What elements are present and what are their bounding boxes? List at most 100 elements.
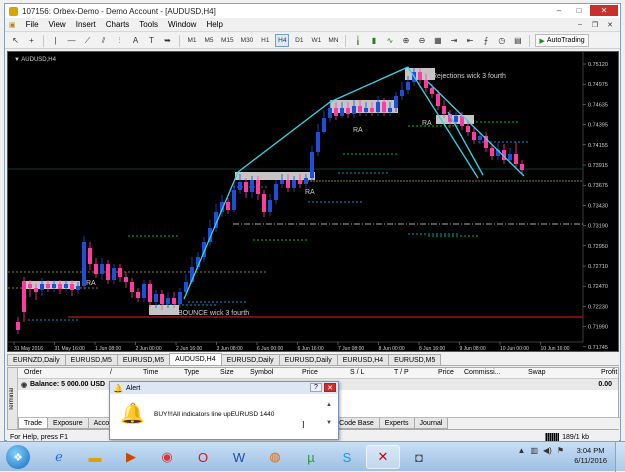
equidistant-channel-icon[interactable]: ⫽	[97, 34, 110, 47]
text-tool-icon[interactable]: A	[129, 34, 142, 47]
col-time[interactable]: Time	[143, 369, 158, 376]
terminal-tab-trade[interactable]: Trade	[18, 418, 49, 429]
col-symbol[interactable]: Symbol	[250, 369, 273, 376]
tf-m30-button[interactable]: M30	[239, 34, 256, 47]
col-sl[interactable]: S / L	[350, 369, 364, 376]
explorer-icon[interactable]: ▬	[78, 445, 112, 469]
chart-tab-6[interactable]: EURUSD,H4	[336, 354, 390, 365]
mdi-minimize-icon[interactable]: –	[574, 19, 586, 30]
alert-close-button[interactable]: ✕	[324, 383, 336, 392]
chart-tab-3[interactable]: AUDUSD,H4	[169, 353, 222, 365]
start-button[interactable]: ❖	[6, 445, 30, 469]
tray-chevron-icon[interactable]: ▲	[518, 446, 526, 455]
opera-icon[interactable]: O	[186, 445, 220, 469]
vertical-line-icon[interactable]: |	[49, 34, 62, 47]
chart-tab-7[interactable]: EURUSD,M5	[388, 354, 442, 365]
candle-body	[436, 94, 440, 106]
firefox-icon[interactable]: ◍	[258, 445, 292, 469]
trendline-icon[interactable]: ⟋	[81, 34, 94, 47]
label-tool-icon[interactable]: T	[145, 34, 158, 47]
terminal-tab-journal[interactable]: Journal	[413, 418, 449, 429]
terminal-tab-exposure[interactable]: Exposure	[47, 418, 89, 429]
crosshair-tool-icon[interactable]: +	[25, 34, 38, 47]
alert-title-bar[interactable]: 🔔 Alert ? ✕	[110, 382, 338, 394]
clock[interactable]: 3:04 PM 6/11/2016	[574, 446, 607, 466]
tf-m15-button[interactable]: M15	[219, 34, 236, 47]
chart-canvas[interactable]: ▼ AUDUSD,H4 0.75120 0.74975 0.74635 0.74395 0…	[8, 52, 620, 353]
menu-file[interactable]: File	[26, 20, 39, 29]
line-chart-icon[interactable]: ∿	[383, 34, 396, 47]
price-chart[interactable]: ▼ AUDUSD,H4 0.75120 0.74975 0.74635 0.74395 0…	[7, 51, 619, 352]
col-profit[interactable]: Profit	[601, 369, 617, 376]
tf-mn-button[interactable]: MN	[326, 34, 340, 47]
tf-d1-button[interactable]: D1	[292, 34, 306, 47]
maximize-button[interactable]: □	[570, 5, 588, 16]
word-icon[interactable]: W	[222, 445, 256, 469]
time-label: 31 May 16:00	[55, 346, 86, 352]
menu-window[interactable]: Window	[168, 20, 196, 29]
zoom-in-icon[interactable]: ⊕	[399, 34, 412, 47]
chart-shift-icon[interactable]: ⇤	[463, 34, 476, 47]
ra-annotation: RA	[86, 280, 96, 287]
menu-charts[interactable]: Charts	[106, 20, 130, 29]
tf-h1-button[interactable]: H1	[258, 34, 272, 47]
col-swap[interactable]: Swap	[528, 369, 546, 376]
terminal-tab-code-base[interactable]: Code Base	[333, 418, 380, 429]
utorrent-icon[interactable]: µ	[294, 445, 328, 469]
alert-message[interactable]: BUY!!!All indicators line upEURUSD 1440	[154, 411, 274, 418]
tile-windows-icon[interactable]: ▦	[431, 34, 444, 47]
terminal-tab-experts[interactable]: Experts	[378, 418, 415, 429]
tf-m1-button[interactable]: M1	[185, 34, 199, 47]
network-icon[interactable]: ▥	[530, 446, 538, 455]
chrome-icon[interactable]: ◉	[150, 445, 184, 469]
col-type[interactable]: Type	[184, 369, 199, 376]
tf-h4-button[interactable]: H4	[275, 34, 290, 47]
alert-help-button[interactable]: ?	[310, 383, 322, 392]
col-size[interactable]: Size	[220, 369, 234, 376]
menu-help[interactable]: Help	[206, 20, 222, 29]
periods-icon[interactable]: ◷	[495, 34, 508, 47]
mdi-restore-icon[interactable]: ❐	[589, 19, 601, 30]
fibonacci-icon[interactable]: ⫶	[113, 34, 126, 47]
menu-view[interactable]: View	[49, 20, 66, 29]
chart-tab-5[interactable]: EURUSD,Daily	[278, 354, 338, 365]
candlestick-icon[interactable]: ▮	[367, 34, 380, 47]
chart-tab-4[interactable]: EURUSD,Daily	[220, 354, 280, 365]
volume-icon[interactable]: ◀)	[543, 446, 552, 455]
cursor-tool-icon[interactable]: ↖	[9, 34, 22, 47]
title-bar[interactable]: 107156: Orbex-Demo - Demo Account - [AUD…	[5, 4, 620, 18]
arrows-tool-icon[interactable]: ➥	[161, 34, 174, 47]
indicators-icon[interactable]: ⨍	[479, 34, 492, 47]
chart-tab-1[interactable]: EURUSD,M5	[64, 354, 118, 365]
skype-icon[interactable]: S	[330, 445, 364, 469]
flag-icon[interactable]: ⚑	[557, 446, 564, 455]
chart-tab-0[interactable]: EURNZD,Daily	[7, 354, 66, 365]
col-order[interactable]: Order	[24, 369, 42, 376]
tf-m5-button[interactable]: M5	[202, 34, 216, 47]
menu-insert[interactable]: Insert	[76, 20, 96, 29]
menu-tools[interactable]: Tools	[139, 20, 158, 29]
metatrader-icon[interactable]: ✕	[366, 445, 400, 469]
ie-icon[interactable]: ℯ	[42, 445, 76, 469]
horizontal-line-icon[interactable]: —	[65, 34, 78, 47]
media-icon[interactable]: ▶	[114, 445, 148, 469]
alert-scroll-icon[interactable]: ▲ ▼	[326, 396, 332, 432]
candle-body	[490, 148, 494, 156]
col-price[interactable]: Price	[302, 369, 318, 376]
autotrading-icon: ▶	[539, 37, 545, 45]
col-price2[interactable]: Price	[438, 369, 454, 376]
templates-icon[interactable]: ▤	[511, 34, 524, 47]
bar-chart-icon[interactable]: ╽	[351, 34, 364, 47]
show-desktop-button[interactable]	[615, 442, 625, 472]
chart-tab-2[interactable]: EURUSD,M5	[116, 354, 171, 365]
minimize-button[interactable]: –	[550, 5, 568, 16]
camera-icon[interactable]: ◘	[402, 445, 436, 469]
col-tp[interactable]: T / P	[394, 369, 409, 376]
mdi-close-icon[interactable]: ✕	[604, 19, 616, 30]
autotrading-button[interactable]: ▶ AutoTrading	[535, 34, 589, 47]
autoscroll-icon[interactable]: ⇥	[447, 34, 460, 47]
tf-w1-button[interactable]: W1	[309, 34, 323, 47]
zoom-out-icon[interactable]: ⊖	[415, 34, 428, 47]
close-button[interactable]: ✕	[590, 5, 618, 16]
col-commission[interactable]: Commissi...	[464, 369, 501, 376]
